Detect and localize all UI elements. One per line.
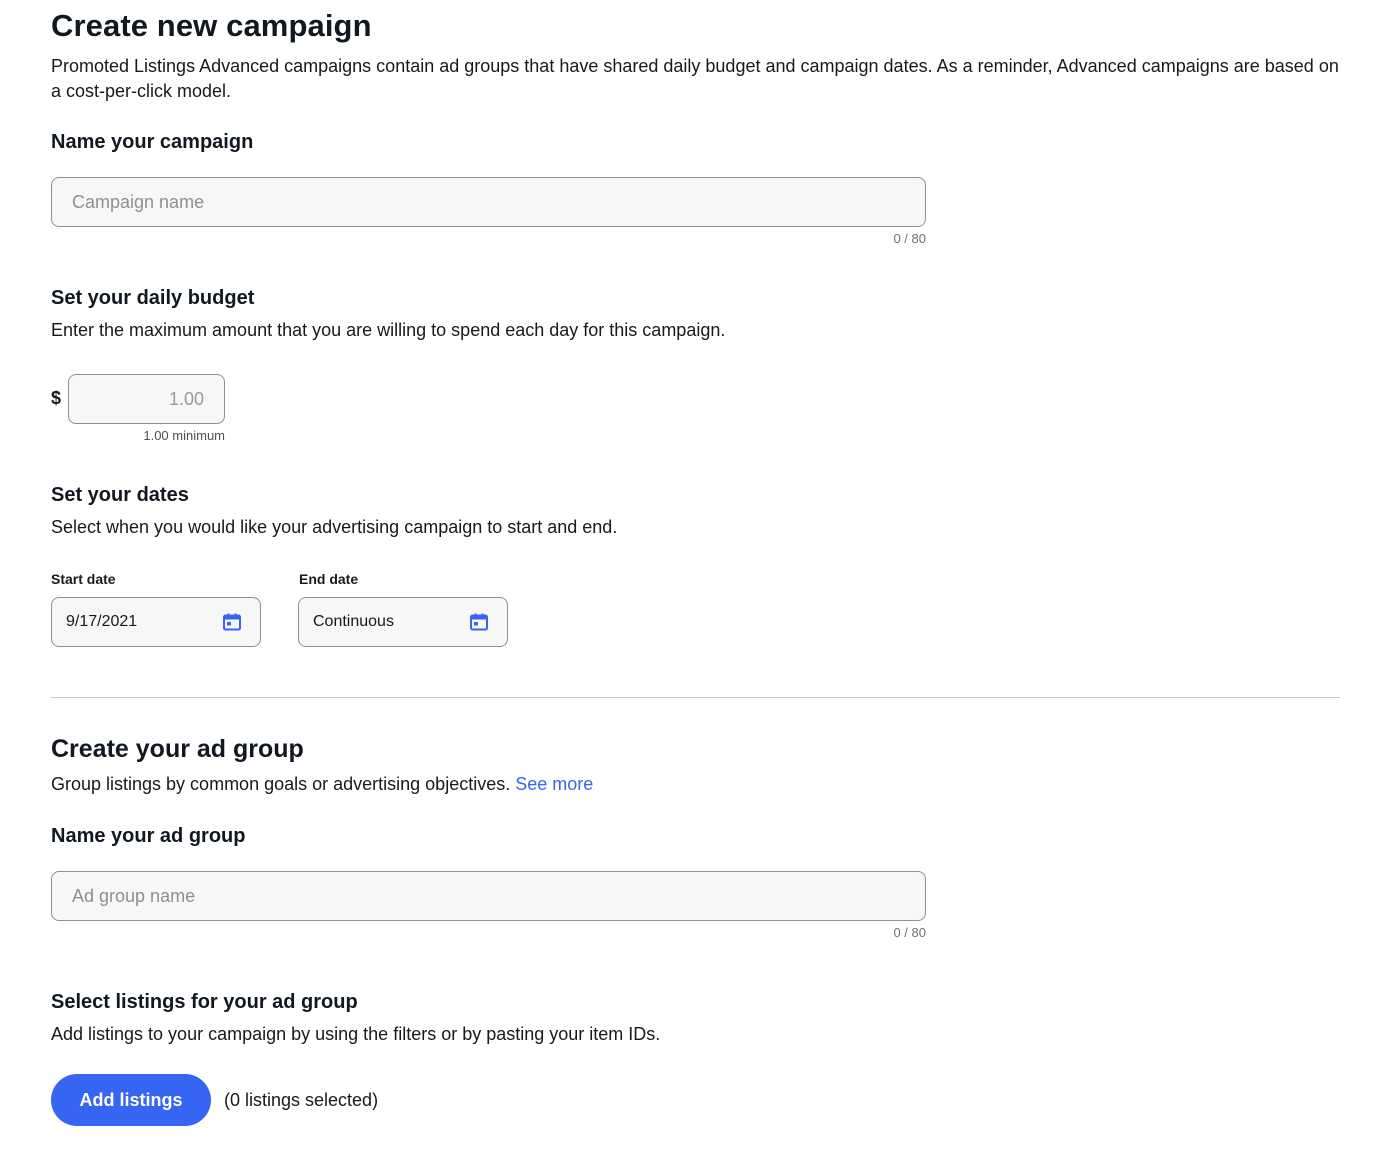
- budget-hint: 1.00 minimum: [143, 428, 225, 443]
- dates-heading: Set your dates: [51, 484, 189, 506]
- ad-group-name-field[interactable]: [51, 871, 926, 921]
- ad-group-heading: Create your ad group: [51, 735, 304, 763]
- start-date-label: Start date: [51, 571, 116, 587]
- calendar-icon[interactable]: [222, 612, 242, 632]
- campaign-name-counter: 0 / 80: [893, 231, 926, 246]
- budget-field[interactable]: [68, 374, 225, 424]
- add-listings-button[interactable]: Add listings: [51, 1074, 211, 1126]
- calendar-icon[interactable]: [469, 612, 489, 632]
- listings-selected-count: (0 listings selected): [224, 1090, 379, 1110]
- listings-description: Add listings to your campaign by using t…: [51, 1024, 661, 1044]
- page-title: Create new campaign: [51, 8, 372, 43]
- start-date-value: 9/17/2021: [66, 613, 138, 630]
- currency-symbol: $: [51, 388, 62, 408]
- create-campaign-page: Create new campaign Promoted Listings Ad…: [0, 0, 1392, 1150]
- ad-group-name-counter: 0 / 80: [893, 925, 926, 940]
- see-more-link[interactable]: See more: [515, 774, 593, 794]
- dates-description: Select when you would like your advertis…: [51, 517, 618, 537]
- campaign-name-input[interactable]: [52, 178, 925, 226]
- budget-description: Enter the maximum amount that you are wi…: [51, 320, 726, 340]
- campaign-name-heading: Name your campaign: [51, 131, 254, 153]
- section-divider: [51, 697, 1340, 698]
- listings-heading: Select listings for your ad group: [51, 991, 358, 1013]
- budget-input[interactable]: [69, 375, 224, 423]
- end-date-label: End date: [299, 571, 359, 587]
- ad-group-name-heading: Name your ad group: [51, 825, 246, 847]
- end-date-field[interactable]: Continuous: [298, 597, 508, 647]
- budget-heading: Set your daily budget: [51, 287, 255, 309]
- end-date-value: Continuous: [313, 613, 394, 630]
- page-intro: Promoted Listings Advanced campaigns con…: [51, 56, 1339, 101]
- ad-group-name-input[interactable]: [52, 872, 925, 920]
- ad-group-description-text: Group listings by common goals or advert…: [51, 774, 511, 794]
- start-date-field[interactable]: 9/17/2021: [51, 597, 261, 647]
- campaign-name-field[interactable]: [51, 177, 926, 227]
- ad-group-description: Group listings by common goals or advert…: [51, 774, 593, 795]
